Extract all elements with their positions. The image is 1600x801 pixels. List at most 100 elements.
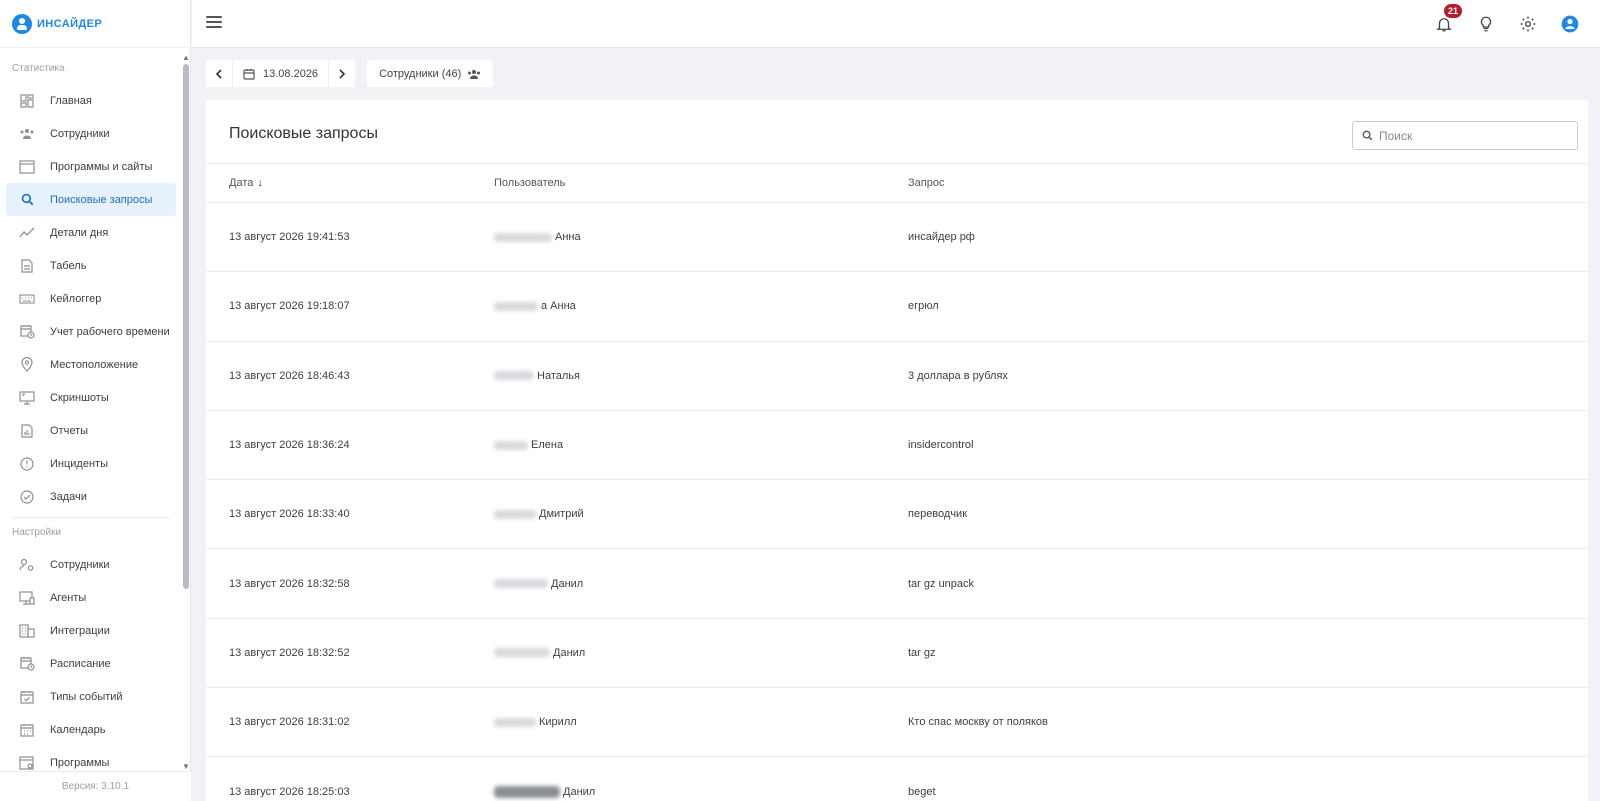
search-box[interactable] xyxy=(1352,121,1578,150)
table-row[interactable]: 13 август 2026 19:41:53 Анна инсайдер рф xyxy=(206,203,1588,273)
column-header-user[interactable]: Пользователь xyxy=(494,177,565,189)
sort-desc-arrow-icon: ↓ xyxy=(257,177,263,189)
user-name: Данил xyxy=(563,785,596,798)
table-header: Дата ↓ Пользователь Запрос xyxy=(206,164,1588,203)
sidebar-item-stats-0[interactable]: Главная xyxy=(6,84,176,117)
sidebar-item-stats-2[interactable]: Программы и сайты xyxy=(6,150,176,183)
sidebar-item-label: Программы xyxy=(50,756,110,769)
users-icon xyxy=(19,126,35,142)
search-icon xyxy=(19,192,35,208)
sidebar-item-label: Календарь xyxy=(50,723,106,736)
cell-date: 13 август 2026 19:18:07 xyxy=(229,300,350,313)
insider-logo-icon xyxy=(12,13,32,34)
sidebar-item-stats-11[interactable]: Инциденты xyxy=(6,447,176,480)
search-input[interactable] xyxy=(1379,128,1559,143)
scroll-down-arrow-icon[interactable]: ▼ xyxy=(182,763,190,771)
employees-filter-button[interactable]: Сотрудники (46) xyxy=(367,60,494,87)
brand-name: ИНСАЙДЕР xyxy=(37,17,103,30)
scroll-up-arrow-icon[interactable]: ▲ xyxy=(182,54,190,62)
sidebar-item-stats-7[interactable]: Учет рабочего времени xyxy=(6,315,176,348)
card-header: Поисковые запросы xyxy=(206,100,1588,164)
column-header-query[interactable]: Запрос xyxy=(908,177,944,189)
table-row[interactable]: 13 август 2026 18:25:03 Данил beget xyxy=(206,757,1588,801)
sidebar-item-stats-12[interactable]: Задачи xyxy=(6,480,176,513)
app-window-icon xyxy=(19,755,35,771)
redacted-surname xyxy=(494,785,560,798)
table-row[interactable]: 13 август 2026 18:46:43 Наталья 3 доллара … xyxy=(206,342,1588,411)
sidebar-item-settings-4[interactable]: Типы событий xyxy=(6,680,176,713)
user-settings-icon xyxy=(19,557,35,573)
topbar: 21 xyxy=(192,0,1600,48)
sidebar-item-label: Задачи xyxy=(50,490,87,503)
monitor-icon xyxy=(19,590,35,606)
scroll-thumb[interactable] xyxy=(183,64,189,589)
sidebar-item-stats-4[interactable]: Детали дня xyxy=(6,216,176,249)
sidebar-item-settings-5[interactable]: Календарь xyxy=(6,713,176,746)
user-name: Данил xyxy=(553,646,586,659)
table-row[interactable]: 13 август 2026 18:32:52 Данил tar gz xyxy=(206,619,1588,689)
next-day-button[interactable] xyxy=(329,60,355,87)
sidebar-item-label: Скриншоты xyxy=(50,391,109,404)
sidebar-item-label: Табель xyxy=(50,259,87,272)
sidebar-item-stats-1[interactable]: Сотрудники xyxy=(6,117,176,150)
lightbulb-icon[interactable] xyxy=(1474,12,1498,36)
notifications-badge: 21 xyxy=(1444,4,1462,18)
date-picker: 13.08.2026 xyxy=(206,60,356,87)
user-account-icon[interactable] xyxy=(1558,12,1582,36)
cell-user: Данил xyxy=(494,785,596,798)
screenshot-icon xyxy=(19,390,35,406)
cell-query: tar gz unpack xyxy=(908,577,975,590)
sidebar-item-stats-10[interactable]: Отчеты xyxy=(6,414,176,447)
table-row[interactable]: 13 август 2026 18:33:40 Дмитрий переводчик xyxy=(206,480,1588,550)
brand[interactable]: ИНСАЙДЕР xyxy=(0,0,190,48)
alert-circle-icon xyxy=(19,456,35,472)
location-pin-icon xyxy=(19,357,35,373)
search-icon xyxy=(1362,130,1373,141)
sidebar-item-settings-0[interactable]: Сотрудники xyxy=(6,548,176,581)
calendar-check-icon xyxy=(19,689,35,705)
sidebar-item-label: Учет рабочего времени xyxy=(50,325,170,338)
sidebar-scrollbar[interactable]: ▲ ▼ xyxy=(182,54,190,771)
gear-icon[interactable] xyxy=(1516,12,1540,36)
redacted-surname xyxy=(494,371,534,381)
cell-user: Елена xyxy=(494,439,563,451)
cell-query: Кто спас москву от поляков xyxy=(908,716,1048,729)
sidebar-item-stats-9[interactable]: Скриншоты xyxy=(6,381,176,414)
date-field[interactable]: 13.08.2026 xyxy=(232,60,330,87)
cell-user: Дмитрий xyxy=(494,508,584,520)
cell-user: Данил xyxy=(494,578,583,590)
sidebar-item-label: Поисковые запросы xyxy=(50,193,153,206)
column-header-date[interactable]: Дата ↓ xyxy=(229,177,263,189)
sidebar-item-settings-6[interactable]: Программы xyxy=(6,746,176,771)
sidebar-item-label: Программы и сайты xyxy=(50,160,153,173)
cell-user: Кирилл xyxy=(494,716,577,728)
sidebar-item-stats-6[interactable]: Кейлоггер xyxy=(6,282,176,315)
sidebar-item-stats-3[interactable]: Поисковые запросы xyxy=(6,183,176,216)
previous-day-button[interactable] xyxy=(206,60,232,87)
redacted-surname xyxy=(494,717,536,727)
sidebar-item-settings-3[interactable]: Расписание xyxy=(6,647,176,680)
cell-user: Наталья xyxy=(494,370,580,382)
table-row[interactable]: 13 август 2026 18:36:24 Елена insidercontr… xyxy=(206,411,1588,481)
notifications-bell-icon[interactable]: 21 xyxy=(1432,4,1462,36)
table-row[interactable]: 13 август 2026 18:32:58 Данил tar gz unpac… xyxy=(206,549,1588,619)
trend-icon xyxy=(19,225,35,241)
cell-date: 13 август 2026 18:32:52 xyxy=(229,646,350,659)
users-group-icon xyxy=(468,69,481,79)
report-icon xyxy=(19,423,35,439)
redacted-surname xyxy=(494,648,550,658)
cell-date: 13 август 2026 18:46:43 xyxy=(229,369,350,382)
sidebar-item-settings-2[interactable]: Интеграции xyxy=(6,614,176,647)
sidebar-item-settings-1[interactable]: Агенты xyxy=(6,581,176,614)
cell-user: Данил xyxy=(494,647,585,659)
search-queries-card: Поисковые запросы Дата↓ Пользователь Зап… xyxy=(206,100,1588,801)
cell-query: insidercontrol xyxy=(908,439,974,452)
cell-date: 13 август 2026 18:32:58 xyxy=(229,577,350,590)
menu-toggle-icon[interactable] xyxy=(206,16,222,30)
calendar-clock-icon xyxy=(19,324,35,340)
sidebar-item-stats-5[interactable]: Табель xyxy=(6,249,176,282)
sidebar-item-stats-8[interactable]: Местоположение xyxy=(6,348,176,381)
table-row[interactable]: 13 август 2026 18:31:02 Кирилл Кто спас мо… xyxy=(206,688,1588,758)
cell-query: 3 доллара в рублях xyxy=(908,369,1008,382)
table-row[interactable]: 13 август 2026 19:18:07 а Анна егрюл xyxy=(206,272,1588,342)
